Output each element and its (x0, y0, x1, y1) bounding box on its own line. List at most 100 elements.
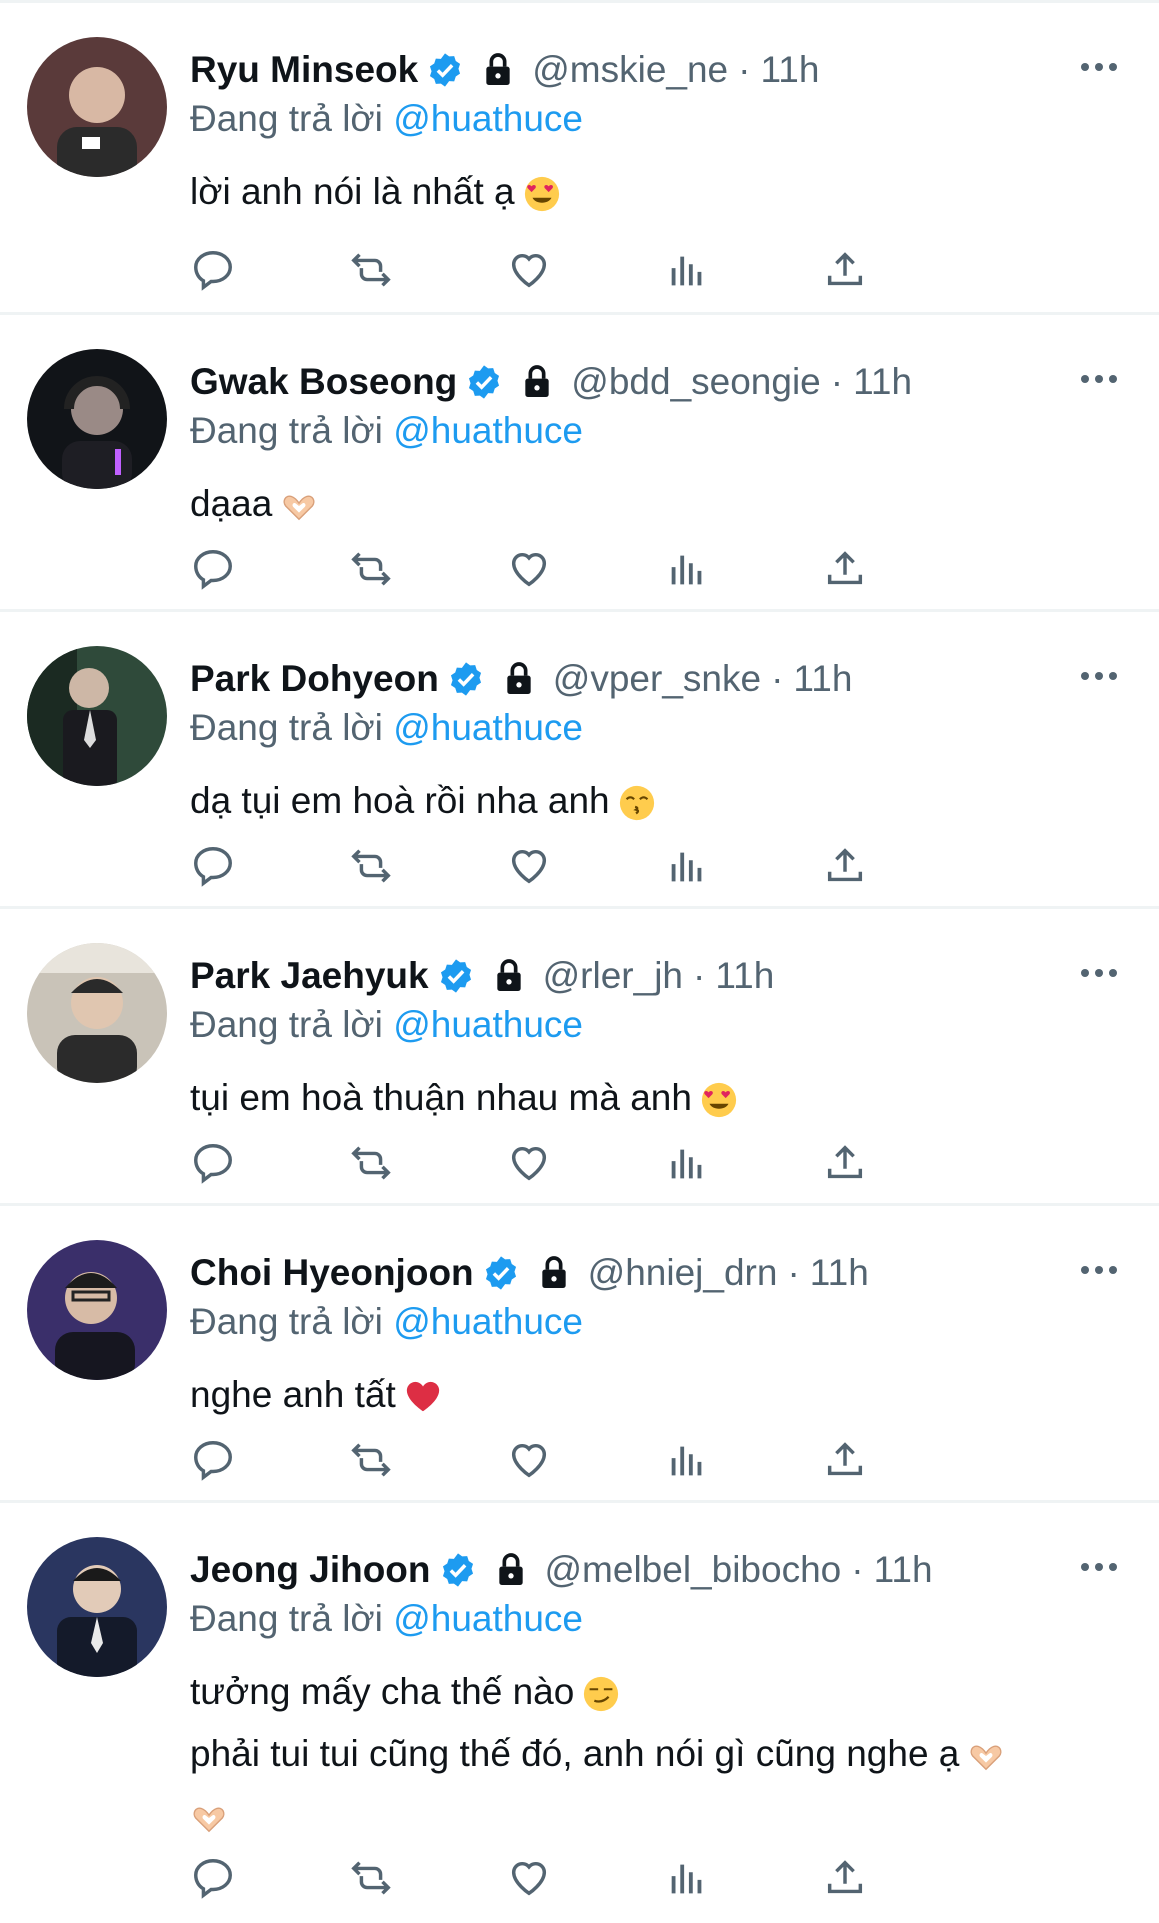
like-icon[interactable] (506, 843, 552, 889)
avatar[interactable] (27, 1537, 167, 1677)
display-name[interactable]: Park Dohyeon (190, 652, 439, 706)
avatar[interactable] (27, 943, 167, 1083)
more-options-icon[interactable] (1079, 1557, 1119, 1577)
more-options-icon[interactable] (1079, 57, 1119, 77)
mention-link[interactable]: @huathuce (393, 1301, 583, 1342)
avatar[interactable] (27, 37, 167, 177)
tweet-line: dạ tụi em hoà rồi nha anh (190, 780, 610, 821)
tweet-header: Ryu Minseok @mskie_ne · 11h (190, 43, 1079, 97)
tweet-header: Park Jaehyuk @rler_jh · 11h (190, 949, 1079, 1003)
more-options-icon[interactable] (1079, 666, 1119, 686)
timestamp[interactable]: 11h (793, 652, 852, 706)
replying-prefix: Đang trả lời (190, 1598, 383, 1639)
user-handle[interactable]: @rler_jh (543, 949, 683, 1003)
retweet-icon[interactable] (348, 1437, 394, 1483)
views-icon[interactable] (664, 1437, 710, 1483)
lock-icon (507, 662, 531, 694)
reply-icon[interactable] (190, 1855, 236, 1901)
share-icon[interactable] (822, 247, 868, 293)
like-icon[interactable] (506, 1437, 552, 1483)
views-icon[interactable] (664, 546, 710, 592)
heart-hands-emoji (283, 495, 315, 521)
tweet-header: Park Dohyeon @vper_snke · 11h (190, 652, 1079, 706)
separator-dot: · (851, 1549, 864, 1590)
tweet[interactable]: Park Jaehyuk @rler_jh · 11h Đang trả lời… (0, 906, 1159, 1204)
verified-badge-icon (440, 959, 471, 993)
user-handle[interactable]: @melbel_bibocho (545, 1543, 842, 1597)
tweet[interactable]: Jeong Jihoon @melbel_bibocho · 11h Đang … (0, 1500, 1159, 1923)
tweet-text: nghe anh tất (190, 1364, 442, 1426)
display-name[interactable]: Park Jaehyuk (190, 949, 429, 1003)
like-icon[interactable] (506, 1855, 552, 1901)
views-icon[interactable] (664, 1855, 710, 1901)
share-icon[interactable] (822, 843, 868, 889)
like-icon[interactable] (506, 546, 552, 592)
smirking-face-emoji (584, 1677, 619, 1712)
lock-icon (496, 959, 521, 991)
display-name[interactable]: Ryu Minseok (190, 43, 418, 97)
reply-icon[interactable] (190, 546, 236, 592)
tweet-text: lời anh nói là nhất ạ (190, 161, 561, 223)
reply-icon[interactable] (190, 247, 236, 293)
mention-link[interactable]: @huathuce (393, 1598, 583, 1639)
more-options-icon[interactable] (1079, 1260, 1119, 1280)
tweet[interactable]: Park Dohyeon @vper_snke · 11h Đang trả l… (0, 609, 1159, 907)
separator-dot: · (738, 49, 751, 90)
tweet-actions (190, 843, 1020, 893)
replying-prefix: Đang trả lời (190, 410, 383, 451)
reply-icon[interactable] (190, 1140, 236, 1186)
views-icon[interactable] (664, 1140, 710, 1186)
share-icon[interactable] (822, 546, 868, 592)
more-options-icon[interactable] (1079, 963, 1119, 983)
display-name[interactable]: Jeong Jihoon (190, 1543, 431, 1597)
views-icon[interactable] (664, 247, 710, 293)
tweet[interactable]: Gwak Boseong @bdd_seongie · 11h Đang trả… (0, 312, 1159, 610)
tweet[interactable]: Ryu Minseok @mskie_ne · 11h Đang trả lời… (0, 0, 1159, 313)
replying-to: Đang trả lời @huathuce (190, 93, 583, 145)
timestamp[interactable]: 11h (874, 1543, 933, 1597)
separator-dot: · (771, 658, 784, 699)
retweet-icon[interactable] (348, 1140, 394, 1186)
replying-prefix: Đang trả lời (190, 1301, 383, 1342)
tweet-actions (190, 1437, 1020, 1487)
share-icon[interactable] (822, 1140, 868, 1186)
share-icon[interactable] (822, 1437, 868, 1483)
share-icon[interactable] (822, 1855, 868, 1901)
mention-link[interactable]: @huathuce (393, 1004, 583, 1045)
tweet-line: tụi em hoà thuận nhau mà anh (190, 1077, 692, 1118)
mention-link[interactable]: @huathuce (393, 410, 583, 451)
tweet-header: Gwak Boseong @bdd_seongie · 11h (190, 355, 1079, 409)
mention-link[interactable]: @huathuce (393, 98, 583, 139)
reply-icon[interactable] (190, 1437, 236, 1483)
mention-link[interactable]: @huathuce (393, 707, 583, 748)
more-options-icon[interactable] (1079, 369, 1119, 389)
retweet-icon[interactable] (348, 1855, 394, 1901)
timestamp[interactable]: 11h (715, 949, 774, 1003)
like-icon[interactable] (506, 247, 552, 293)
heart-hands-emoji (970, 1745, 1002, 1771)
display-name[interactable]: Choi Hyeonjoon (190, 1246, 474, 1300)
user-handle[interactable]: @bdd_seongie (571, 355, 820, 409)
tweet-line: tưởng mấy cha thế nào (190, 1671, 575, 1712)
timestamp[interactable]: 11h (760, 43, 819, 97)
display-name[interactable]: Gwak Boseong (190, 355, 457, 409)
avatar[interactable] (27, 1240, 167, 1380)
like-icon[interactable] (506, 1140, 552, 1186)
lock-icon (541, 1256, 566, 1288)
retweet-icon[interactable] (348, 843, 394, 889)
timestamp[interactable]: 11h (853, 355, 912, 409)
tweet[interactable]: Choi Hyeonjoon @hniej_drn · 11h Đang trả… (0, 1203, 1159, 1501)
avatar[interactable] (27, 349, 167, 489)
red-heart-emoji (406, 1382, 439, 1412)
separator-dot: · (830, 361, 844, 402)
user-handle[interactable]: @hniej_drn (588, 1246, 778, 1300)
retweet-icon[interactable] (348, 247, 394, 293)
views-icon[interactable] (664, 843, 710, 889)
avatar[interactable] (27, 646, 167, 786)
user-handle[interactable]: @mskie_ne (532, 43, 728, 97)
retweet-icon[interactable] (348, 546, 394, 592)
user-handle[interactable]: @vper_snke (553, 652, 761, 706)
timestamp[interactable]: 11h (810, 1246, 869, 1300)
separator-dot: · (693, 955, 706, 996)
reply-icon[interactable] (190, 843, 236, 889)
